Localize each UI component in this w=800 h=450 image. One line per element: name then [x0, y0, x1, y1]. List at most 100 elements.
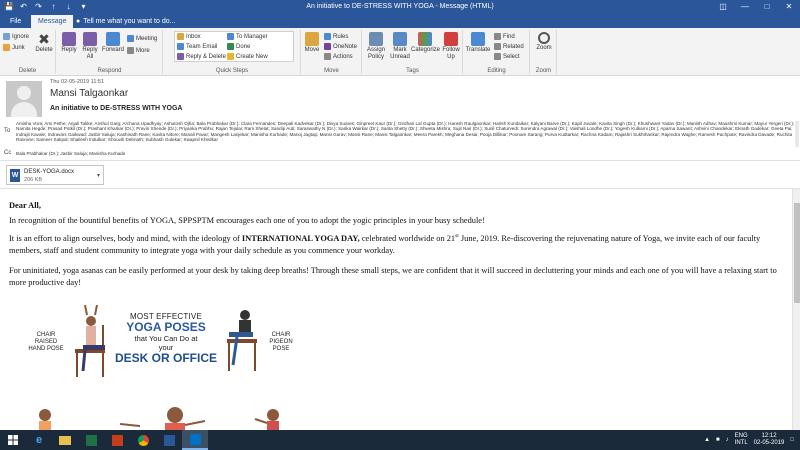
mark-unread-button[interactable]: Mark Unread [389, 32, 411, 61]
actions-icon [324, 53, 331, 60]
flag-icon [444, 32, 458, 46]
quick-step-create-new[interactable]: Create New [227, 53, 268, 60]
taskbar-chrome[interactable] [130, 430, 156, 450]
outlook-icon [189, 433, 201, 445]
to-recipients[interactable]: Amisha Vora; Ami Pethe; Anjali Takke; An… [16, 121, 798, 147]
ribbon: Ignore Junk ✖ Delete Delete Reply Reply A… [0, 28, 800, 76]
taskbar-explorer[interactable] [52, 430, 78, 450]
bottom-figures [39, 407, 279, 430]
taskbar-outlook[interactable] [182, 430, 208, 450]
window-title: An initiative to DE-STRESS WITH YOGA - M… [306, 3, 494, 10]
notification-icon[interactable]: □ [790, 437, 794, 443]
body-scrollbar[interactable] [792, 189, 800, 430]
meeting-button[interactable]: Meeting [127, 35, 157, 42]
junk-button[interactable]: Junk [3, 44, 25, 51]
attachment-size: 206 KB [24, 177, 43, 183]
related-icon [494, 43, 501, 50]
word-icon [163, 434, 175, 446]
ignore-button[interactable]: Ignore [3, 33, 29, 40]
forward-button[interactable]: Forward [101, 32, 125, 54]
close-button[interactable]: ✕ [778, 0, 800, 14]
network-icon[interactable]: ■ [716, 437, 720, 443]
actions-button[interactable]: Actions [324, 53, 353, 60]
translate-button[interactable]: Translate [465, 32, 491, 54]
volume-icon[interactable]: ♪ [726, 437, 729, 443]
quick-step-inbox[interactable]: Inbox [177, 33, 201, 40]
show-hidden-icons[interactable]: ▲ [704, 437, 710, 443]
poster-headline: MOST EFFECTIVE YOGA POSES that You Can D… [114, 312, 217, 365]
title-bar: 💾 ↶ ↷ ↑ ↓ ▾ An initiative to DE-STRESS W… [0, 0, 800, 14]
move-button[interactable]: Move [303, 32, 321, 54]
taskbar-ie[interactable]: e [26, 430, 52, 450]
start-button[interactable] [0, 430, 26, 450]
respond-group: Reply Reply All Forward Meeting More Res… [57, 30, 163, 74]
minimize-button[interactable]: — [734, 0, 756, 14]
chair-pigeon-figure [227, 310, 257, 371]
onenote-icon [324, 43, 331, 50]
quick-step-reply-delete[interactable]: Reply & Delete [177, 53, 226, 60]
taskbar-excel[interactable] [78, 430, 104, 450]
quick-steps-group: Inbox Team Email Reply & Delete To Manag… [164, 30, 301, 74]
forward-icon [106, 32, 120, 46]
clock[interactable]: 12:12 02-05-2019 [754, 433, 785, 447]
poster-left-label: CHAIR RAISED HAND POSE [28, 332, 64, 352]
meeting-icon [127, 35, 134, 42]
reply-button[interactable]: Reply [60, 32, 78, 54]
tags-group: Assign Policy Mark Unread Categorize Fol… [363, 30, 463, 74]
rules-button[interactable]: Rules [324, 33, 348, 40]
paragraph-3: For uninitiated, yoga asanas can be easi… [9, 266, 777, 287]
chair-raised-hand-figure [75, 304, 105, 377]
assign-policy-button[interactable]: Assign Policy [364, 32, 388, 61]
delete-button[interactable]: ✖ Delete [34, 32, 54, 54]
windows-logo-icon [8, 435, 18, 445]
tab-message[interactable]: Message [31, 15, 74, 28]
sender-name[interactable]: Mansi Talgaonkar [50, 88, 128, 99]
tell-me-box[interactable]: ● Tell me what you want to do... [76, 15, 175, 28]
taskbar-word[interactable] [156, 430, 182, 450]
scrollbar-thumb[interactable] [794, 203, 800, 303]
email-icon [177, 43, 184, 50]
follow-up-button[interactable]: Follow Up [440, 32, 462, 61]
excel-icon [85, 434, 97, 446]
zoom-button[interactable]: Zoom [534, 32, 554, 52]
word-doc-icon: W [10, 169, 20, 182]
quick-step-done[interactable]: Done [227, 43, 250, 50]
onenote-button[interactable]: OneNote [324, 43, 357, 50]
envelope-icon [393, 32, 407, 46]
more-button[interactable]: More [127, 47, 150, 54]
avatar [6, 81, 42, 117]
window-controls: ◫ — □ ✕ [712, 0, 800, 14]
to-label: To [4, 128, 11, 134]
lightning-icon [227, 53, 234, 60]
message-body: Dear All, In recognition of the bountifu… [0, 189, 792, 430]
cc-recipients[interactable]: Bala Prabhakar (Dr.); Jasbir Saluja; Man… [16, 151, 125, 156]
ignore-icon [3, 33, 10, 40]
junk-icon [3, 44, 10, 51]
ribbon-display-icon[interactable]: ◫ [712, 0, 734, 14]
find-button[interactable]: Find [494, 33, 515, 40]
tab-file[interactable]: File [3, 15, 28, 28]
taskbar-powerpoint[interactable] [104, 430, 130, 450]
categorize-button[interactable]: Categorize [411, 32, 440, 54]
quick-step-to-manager[interactable]: To Manager [227, 33, 268, 40]
translate-icon [471, 32, 485, 46]
select-button[interactable]: Select [494, 53, 520, 60]
language-indicator[interactable]: ENG INTL [735, 433, 748, 447]
chevron-down-icon[interactable]: ▾ [97, 172, 100, 179]
reply-all-button[interactable]: Reply All [79, 32, 101, 61]
attachment-item[interactable]: W DESK-YOGA.docx 206 KB ▾ [6, 165, 104, 185]
powerpoint-icon [111, 434, 123, 446]
rules-icon [324, 33, 331, 40]
folder-icon [177, 33, 184, 40]
delete-icon: ✖ [38, 31, 50, 47]
maximize-button[interactable]: □ [756, 0, 778, 14]
internet-explorer-icon: e [35, 434, 43, 446]
greeting: Dear All, [9, 201, 41, 210]
poster-right-label: CHAIR PIGEON POSE [269, 332, 293, 352]
chrome-icon [137, 434, 149, 446]
related-button[interactable]: Related [494, 43, 524, 50]
quick-step-team-email[interactable]: Team Email [177, 43, 217, 50]
message-header: Thu 02-05-2019 11:51 Mansi Talgaonkar An… [0, 76, 800, 161]
recipients-scrollbar[interactable] [795, 121, 799, 147]
cc-label: Cc [4, 150, 12, 156]
